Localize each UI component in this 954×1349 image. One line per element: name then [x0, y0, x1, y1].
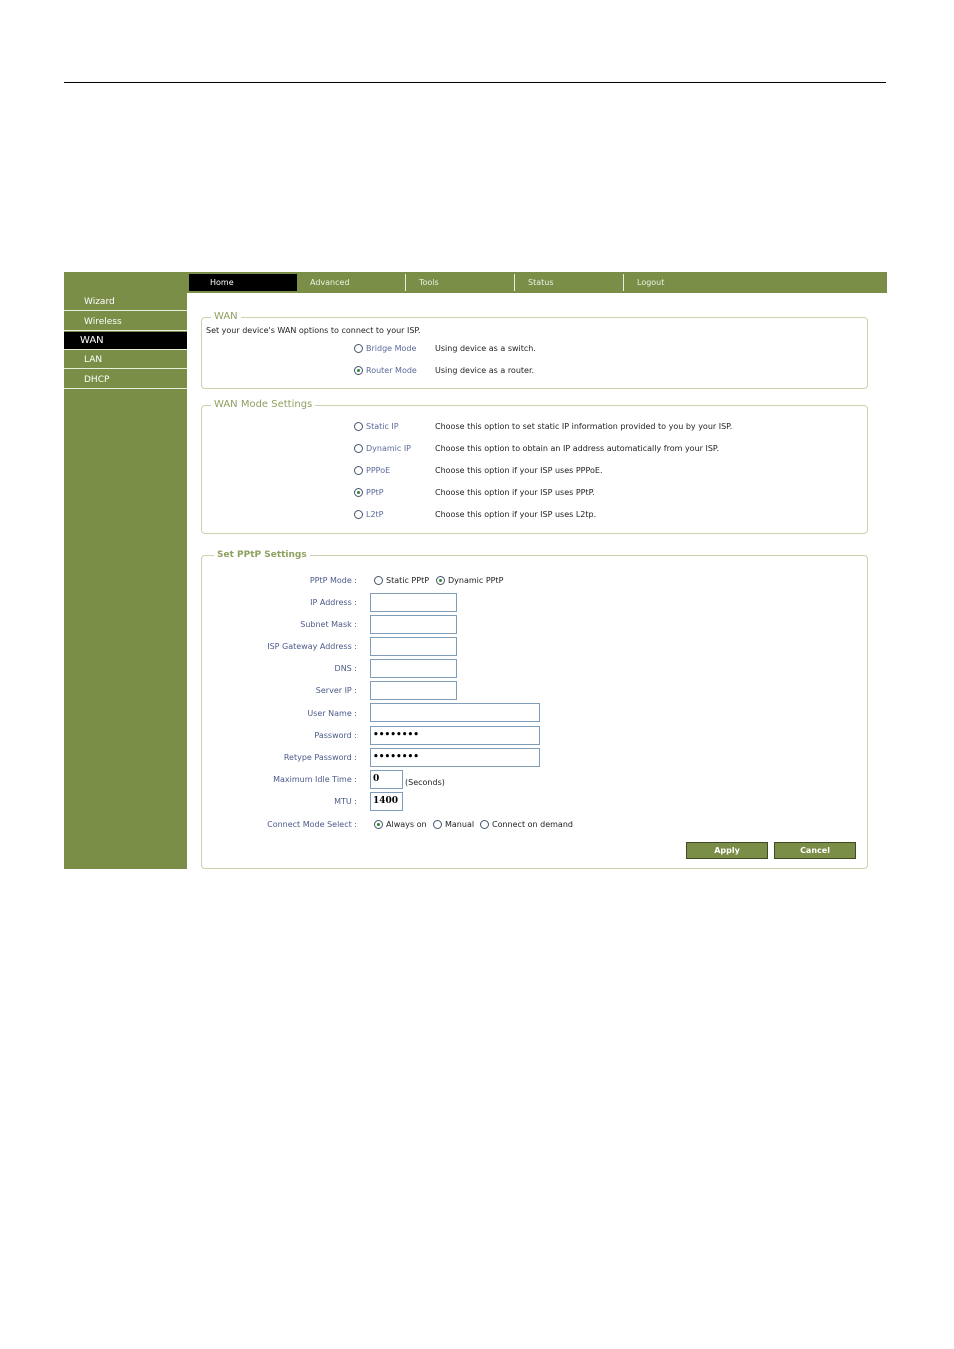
wan-description: Set your device's WAN options to connect…	[206, 326, 421, 335]
header-rule	[64, 82, 886, 83]
connect-on-demand-radio[interactable]	[480, 820, 489, 829]
dns-input[interactable]	[370, 659, 457, 678]
cancel-button[interactable]: Cancel	[774, 842, 856, 859]
dynamic-ip-desc: Choose this option to obtain an IP addre…	[435, 444, 720, 453]
sidebar-item-dhcp[interactable]: DHCP	[64, 371, 187, 389]
idle-time-unit: (Seconds)	[405, 778, 445, 787]
pppoe-label: PPPoE	[366, 466, 391, 475]
always-on-label: Always on	[386, 820, 427, 829]
mtu-input[interactable]: 1400	[370, 792, 403, 811]
bridge-mode-label: Bridge Mode	[366, 344, 417, 353]
l2tp-radio[interactable]	[354, 510, 363, 519]
server-ip-label: Server IP :	[315, 686, 357, 695]
pptp-desc: Choose this option if your ISP uses PPtP…	[435, 488, 595, 497]
bridge-mode-radio[interactable]	[354, 344, 363, 353]
retype-password-label: Retype Password :	[283, 753, 357, 762]
router-admin-frame: Wizard Wireless WAN LAN DHCP Home Advanc…	[64, 272, 887, 869]
connect-mode-label: Connect Mode Select :	[267, 820, 357, 829]
router-mode-radio[interactable]	[354, 366, 363, 375]
static-ip-radio[interactable]	[354, 422, 363, 431]
dynamic-ip-radio[interactable]	[354, 444, 363, 453]
router-mode-label: Router Mode	[366, 366, 417, 375]
wan-mode-legend: WAN Mode Settings	[211, 399, 316, 411]
connect-on-demand-label: Connect on demand	[492, 820, 573, 829]
tab-logout[interactable]: Logout	[625, 274, 733, 291]
dynamic-pptp-radio[interactable]	[436, 576, 445, 585]
router-mode-desc: Using device as a router.	[435, 366, 535, 375]
dynamic-ip-label: Dynamic IP	[366, 444, 412, 453]
subnet-mask-label: Subnet Mask :	[300, 620, 357, 629]
pptp-mode-label: PPtP Mode :	[309, 576, 357, 585]
sidebar-item-wizard[interactable]: Wizard	[64, 293, 187, 311]
gateway-input[interactable]	[370, 637, 457, 656]
sidebar-item-wan[interactable]: WAN	[64, 332, 187, 350]
tab-status[interactable]: Status	[516, 274, 624, 291]
pptp-radio[interactable]	[354, 488, 363, 497]
static-ip-desc: Choose this option to set static IP info…	[435, 422, 733, 431]
dns-label: DNS :	[334, 664, 357, 673]
static-pptp-label: Static PPtP	[386, 576, 430, 585]
idle-time-label: Maximum Idle Time :	[273, 775, 357, 784]
pptp-label: PPtP	[366, 488, 384, 497]
apply-button[interactable]: Apply	[686, 842, 768, 859]
password-label: Password :	[314, 731, 357, 740]
dynamic-pptp-label: Dynamic PPtP	[448, 576, 504, 585]
wan-legend: WAN	[211, 311, 241, 323]
tab-advanced[interactable]: Advanced	[298, 274, 406, 291]
manual-label: Manual	[445, 820, 475, 829]
idle-time-input[interactable]: 0	[370, 770, 403, 789]
sidebar-item-wireless[interactable]: Wireless	[64, 313, 187, 331]
static-ip-label: Static IP	[366, 422, 399, 431]
tab-tools[interactable]: Tools	[407, 274, 515, 291]
retype-password-input[interactable]: ••••••••	[370, 748, 540, 767]
manual-radio[interactable]	[433, 820, 442, 829]
user-name-input[interactable]	[370, 703, 540, 722]
user-name-label: User Name :	[307, 709, 357, 718]
l2tp-desc: Choose this option if your ISP uses L2tp…	[435, 510, 597, 519]
sidebar: Wizard Wireless WAN LAN DHCP	[64, 272, 187, 869]
tab-home[interactable]: Home	[189, 274, 297, 291]
l2tp-label: L2tP	[366, 510, 384, 519]
static-pptp-radio[interactable]	[374, 576, 383, 585]
top-nav: Home Advanced Tools Status Logout	[187, 272, 887, 293]
gateway-label: ISP Gateway Address :	[267, 642, 357, 651]
ip-address-label: IP Address :	[310, 598, 357, 607]
pppoe-desc: Choose this option if your ISP uses PPPo…	[435, 466, 603, 475]
sidebar-item-lan[interactable]: LAN	[64, 351, 187, 369]
pppoe-radio[interactable]	[354, 466, 363, 475]
bridge-mode-desc: Using device as a switch.	[435, 344, 536, 353]
server-ip-input[interactable]	[370, 681, 457, 700]
mtu-label: MTU :	[334, 797, 357, 806]
subnet-mask-input[interactable]	[370, 615, 457, 634]
always-on-radio[interactable]	[374, 820, 383, 829]
password-input[interactable]: ••••••••	[370, 726, 540, 745]
pptp-legend: Set PPtP Settings	[214, 549, 310, 561]
ip-address-input[interactable]	[370, 593, 457, 612]
